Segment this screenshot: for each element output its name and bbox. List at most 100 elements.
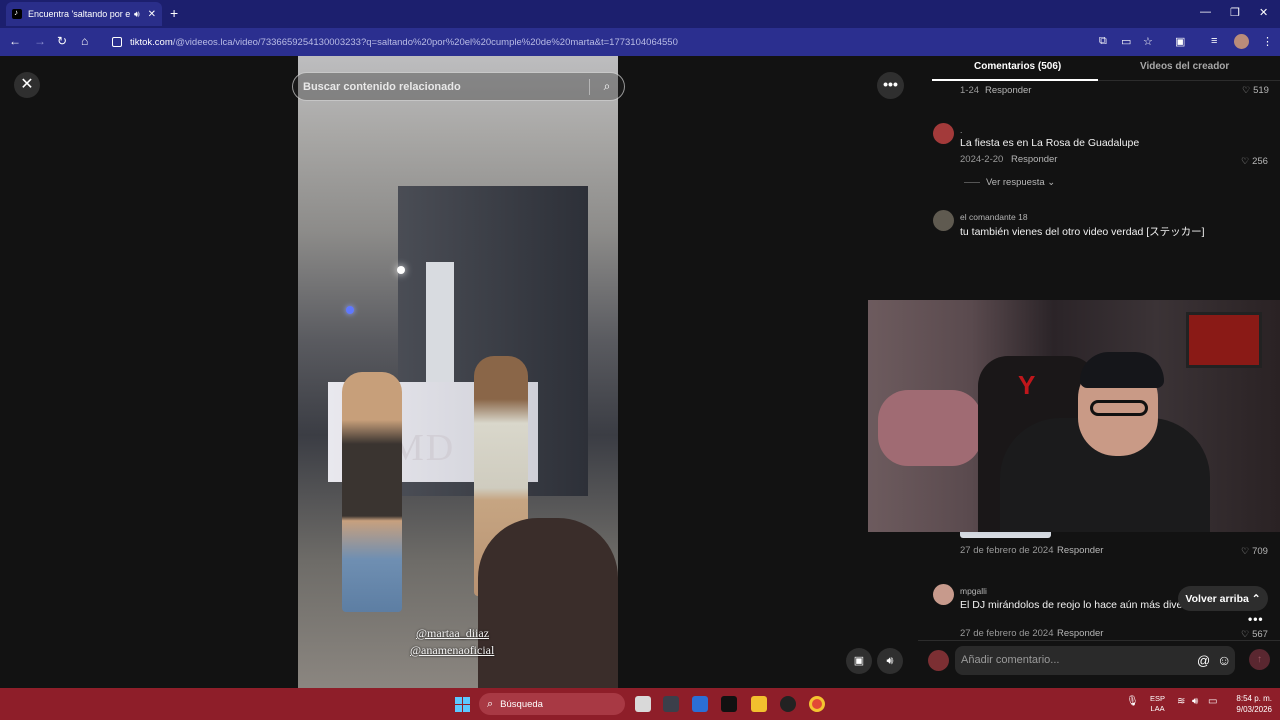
chrome-icon[interactable] xyxy=(809,696,825,712)
bookmark-star-icon[interactable]: ☆ xyxy=(1143,35,1153,48)
more-icon[interactable]: ••• xyxy=(1248,612,1264,626)
like-count[interactable]: ♡ 519 xyxy=(1242,85,1269,96)
related-search-bar[interactable]: Buscar contenido relacionado ⌕ xyxy=(292,72,625,101)
close-window-icon[interactable]: ✕ xyxy=(1259,6,1268,19)
reading-list-icon[interactable]: ≡ xyxy=(1211,35,1217,47)
comment-text: tu también vienes del otro video verdad … xyxy=(960,226,1205,238)
reply-button[interactable]: Responder xyxy=(1057,628,1103,639)
chair-logo-icon: Y xyxy=(1018,370,1036,400)
tab-comments[interactable]: Comentarios (506) xyxy=(974,61,1061,72)
video-scene-light xyxy=(397,266,405,274)
send-button[interactable]: ↑ xyxy=(1249,649,1270,670)
sidebar-icon[interactable]: ▣ xyxy=(1175,35,1185,48)
reply-button[interactable]: Responder xyxy=(1057,545,1103,556)
reply-button[interactable]: Responder xyxy=(985,85,1031,96)
cast-icon[interactable]: ▭ xyxy=(1121,35,1131,48)
view-replies-button[interactable]: Ver respuesta ⌄ xyxy=(964,177,1055,188)
webcam-scene-hair xyxy=(1080,352,1164,388)
battery-icon[interactable]: ▭ xyxy=(1208,696,1217,707)
avatar[interactable] xyxy=(933,123,954,144)
app-icon[interactable] xyxy=(663,696,679,712)
like-count[interactable]: ♡ 567 xyxy=(1241,629,1268,640)
task-view-icon[interactable] xyxy=(635,696,651,712)
video-tag-2[interactable]: @anamenaoficial xyxy=(410,643,494,658)
tiktok-icon[interactable] xyxy=(721,696,737,712)
reload-icon[interactable]: ↻ xyxy=(57,34,67,48)
avatar[interactable] xyxy=(933,584,954,605)
volume-icon[interactable]: 🔊︎ xyxy=(1192,696,1198,707)
video-player[interactable]: MD @martaa_diiaz @anamenaoficial xyxy=(298,56,618,688)
speaker-icon[interactable]: 🔊︎ xyxy=(134,9,140,20)
webcam-scene-poster xyxy=(1186,312,1262,368)
browser-tab-strip: Encuentra 'saltando por el c 🔊︎ ✕ + — ❐ … xyxy=(0,0,1280,28)
comment-text: La fiesta es en La Rosa de Guadalupe xyxy=(960,137,1140,149)
url-host: tiktok.com xyxy=(130,36,173,48)
webcam-overlay: Y xyxy=(868,300,1280,532)
site-info-icon[interactable] xyxy=(112,37,122,47)
url-path: /@videeos.lca/video/7336659254130003233?… xyxy=(172,36,678,48)
comment-date: 27 de febrero de 2024 xyxy=(960,545,1054,556)
restore-icon[interactable]: ❐ xyxy=(1230,6,1240,19)
heart-icon: ♡ xyxy=(1242,85,1251,95)
file-explorer-icon[interactable] xyxy=(751,696,767,712)
taskbar-search[interactable]: ⌕ Búsqueda xyxy=(479,693,625,715)
volume-button[interactable]: 🔊︎ xyxy=(877,648,903,674)
emoji-icon[interactable]: ☺ xyxy=(1217,652,1231,668)
minimize-icon[interactable]: — xyxy=(1200,6,1211,18)
windows-start-icon[interactable] xyxy=(455,697,470,712)
comment-username[interactable]: mpgalli xyxy=(960,586,987,596)
back-icon[interactable]: ← xyxy=(9,34,21,48)
profile-avatar[interactable] xyxy=(1234,34,1249,49)
heart-icon: ♡ xyxy=(1241,546,1250,556)
like-count[interactable]: ♡ 709 xyxy=(1241,546,1268,557)
microphone-icon[interactable]: 🎙︎ xyxy=(1126,696,1139,707)
more-options-button[interactable]: ••• xyxy=(877,72,904,99)
like-count[interactable]: ♡ 256 xyxy=(1241,156,1268,167)
language-indicator[interactable]: ESP LAA xyxy=(1150,694,1165,714)
heart-icon: ♡ xyxy=(1241,629,1250,639)
obs-icon[interactable] xyxy=(780,696,796,712)
reply-button[interactable]: Responder xyxy=(1011,154,1057,165)
wifi-icon[interactable]: ≋ xyxy=(1177,696,1185,707)
avatar[interactable] xyxy=(928,650,949,671)
clock[interactable]: 8:54 p. m. 9/03/2026 xyxy=(1228,693,1272,715)
comment-username[interactable]: . xyxy=(960,125,962,135)
tiktok-page: ✕ MD @martaa_diiaz @anamenaoficial Busca… xyxy=(0,56,1280,688)
address-bar[interactable]: tiktok.com/@videeos.lca/video/7336659254… xyxy=(104,31,1204,53)
mention-icon[interactable]: @ xyxy=(1197,653,1210,668)
tab-creator-videos[interactable]: Videos del creador xyxy=(1140,61,1229,72)
floating-player-button[interactable]: ▣ xyxy=(846,648,872,674)
translate-icon[interactable]: ⧉ xyxy=(1099,35,1107,48)
video-scene-light xyxy=(346,306,354,314)
search-icon: ⌕ xyxy=(487,697,494,710)
double-chevron-up-icon: ⌃ xyxy=(1251,592,1261,605)
menu-dots-icon[interactable]: ⋮ xyxy=(1262,35,1273,48)
heart-icon: ♡ xyxy=(1241,156,1250,166)
video-scene-screen xyxy=(426,262,454,382)
close-viewer-button[interactable]: ✕ xyxy=(14,72,40,98)
search-icon[interactable]: ⌕ xyxy=(590,79,624,94)
tiktok-icon xyxy=(12,8,22,19)
chevron-down-icon: ⌄ xyxy=(1047,177,1056,188)
comment-date: 2024-2-20 xyxy=(960,154,1004,165)
comment-composer: Añadir comentario... @ ☺ ↑ xyxy=(918,640,1280,688)
video-tag-1[interactable]: @martaa_diiaz xyxy=(416,626,489,641)
webcam-scene-glasses xyxy=(1090,400,1148,416)
app-icon[interactable] xyxy=(692,696,708,712)
close-tab-icon[interactable]: ✕ xyxy=(148,9,156,20)
avatar[interactable] xyxy=(933,210,954,231)
forward-icon[interactable]: → xyxy=(34,34,46,48)
home-icon[interactable]: ⌂ xyxy=(81,34,88,48)
comment-input[interactable]: Añadir comentario... xyxy=(955,646,1235,675)
search-input[interactable]: Buscar contenido relacionado xyxy=(303,81,589,93)
tab-title: Encuentra 'saltando por el c xyxy=(28,9,130,19)
new-tab-icon[interactable]: + xyxy=(170,5,178,21)
browser-toolbar: ← → ↻ ⌂ tiktok.com/@videeos.lca/video/73… xyxy=(0,28,1280,56)
video-scene-person xyxy=(342,372,402,612)
comment-date: 27 de febrero de 2024 xyxy=(960,628,1054,639)
browser-tab[interactable]: Encuentra 'saltando por el c 🔊︎ ✕ xyxy=(6,2,162,26)
back-to-top-button[interactable]: Volver arriba ⌃ xyxy=(1178,586,1268,611)
taskbar: ⌕ Búsqueda 🎙︎ ESP LAA ≋ 🔊︎ ▭ 8:54 p. m. 9/0… xyxy=(0,688,1280,720)
comment-date: 1-24 xyxy=(960,85,980,96)
comment-username[interactable]: el comandante 18 xyxy=(960,212,1028,222)
